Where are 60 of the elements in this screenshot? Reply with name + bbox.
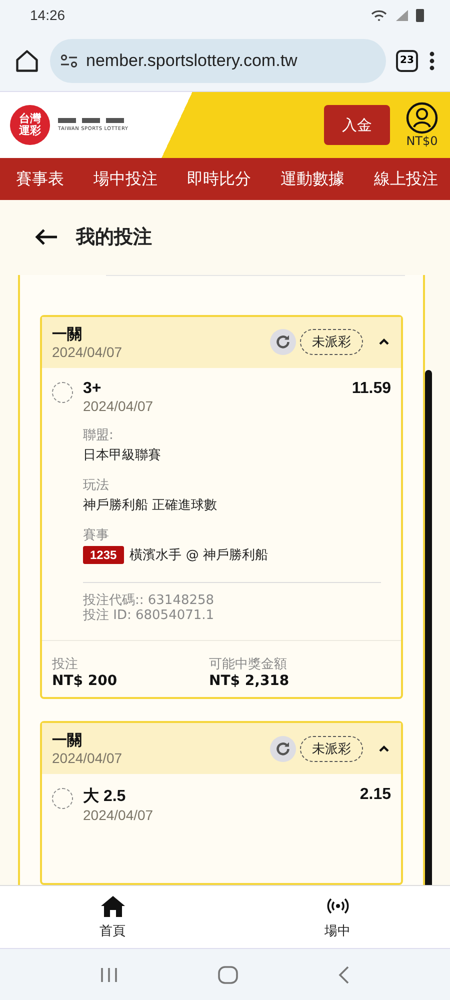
payout-amount: NT$ 2,318 (209, 673, 290, 689)
nav-link[interactable]: 即時比分 (187, 168, 251, 190)
bottom-nav-item[interactable]: 場中 (298, 894, 378, 940)
slogan-drawing (58, 118, 124, 123)
home-button-icon[interactable] (218, 966, 238, 984)
status-tag: 未派彩 (300, 329, 363, 356)
nav-link[interactable]: 場中投注 (94, 168, 158, 190)
match-code: 1235 (83, 546, 124, 564)
odds: 11.59 (352, 380, 391, 398)
bet-type: 一關 (52, 731, 83, 750)
bet-type: 一關 (52, 324, 83, 344)
more-menu-icon[interactable] (428, 50, 436, 72)
url-text: nember.sportslottery.com.tw (86, 50, 298, 70)
page-title: 我的投注 (76, 225, 152, 250)
address-bar[interactable]: nember.sportslottery.com.tw (50, 38, 386, 82)
home-icon (98, 894, 126, 918)
signal-icon (396, 9, 408, 21)
back-icon[interactable] (338, 966, 350, 984)
refresh-icon (274, 333, 292, 352)
deposit-button[interactable]: 入金 (324, 105, 390, 145)
bet-pick: 3+ (83, 380, 102, 398)
tab-count-button[interactable]: 23 (396, 50, 418, 72)
nav-link[interactable]: 賽事表 (16, 168, 64, 190)
stake-label: 投注 (52, 656, 79, 673)
detail-value: 日本甲級聯賽 (83, 446, 162, 464)
refresh-icon (274, 740, 292, 758)
logo: 台灣運彩 (10, 105, 50, 145)
detail-label: 賽事 (83, 526, 110, 544)
dashed-circle-icon (52, 788, 73, 809)
battery-icon (416, 8, 424, 22)
detail-label: 玩法 (83, 476, 110, 494)
detail-label: 聯盟: (83, 426, 114, 444)
back-arrow-icon[interactable] (34, 228, 58, 246)
refresh-button[interactable] (270, 736, 296, 762)
nav-link[interactable]: 運動數據 (280, 168, 344, 190)
bottom-nav-item[interactable]: 首頁 (72, 894, 152, 940)
bet-date: 2024/04/07 (52, 344, 122, 360)
wifi-icon (370, 8, 388, 22)
user-icon[interactable] (406, 102, 438, 134)
pick-date: 2024/04/07 (83, 807, 154, 823)
pick-date: 2024/04/07 (83, 398, 154, 414)
bet-id: 投注代碼:: 63148258 (83, 592, 216, 608)
detail-value: 神戶勝利船 正確進球數 (83, 496, 218, 514)
detail-value: 橫濱水手 @ 神戶勝利船 (130, 546, 268, 564)
site-settings-icon[interactable] (60, 54, 78, 68)
status-tag: 未派彩 (300, 736, 363, 762)
clock: 14:26 (30, 7, 66, 23)
dashed-circle-icon (52, 382, 73, 403)
stake-amount: NT$ 200 (52, 673, 118, 689)
nav-link[interactable]: 線上投注 (374, 168, 438, 190)
balance: NT$0 (406, 134, 438, 148)
bet-pick: 大 2.5 (83, 786, 127, 807)
odds: 2.15 (360, 786, 391, 804)
scrollbar[interactable] (425, 370, 432, 885)
payout-label: 可能中獎金額 (209, 656, 288, 673)
home-icon[interactable] (14, 48, 40, 74)
bet-date: 2024/04/07 (52, 750, 122, 766)
bet-id: 投注 ID: 68054071.1 (83, 608, 216, 624)
recent-apps-icon[interactable] (100, 966, 118, 982)
refresh-button[interactable] (270, 329, 296, 356)
